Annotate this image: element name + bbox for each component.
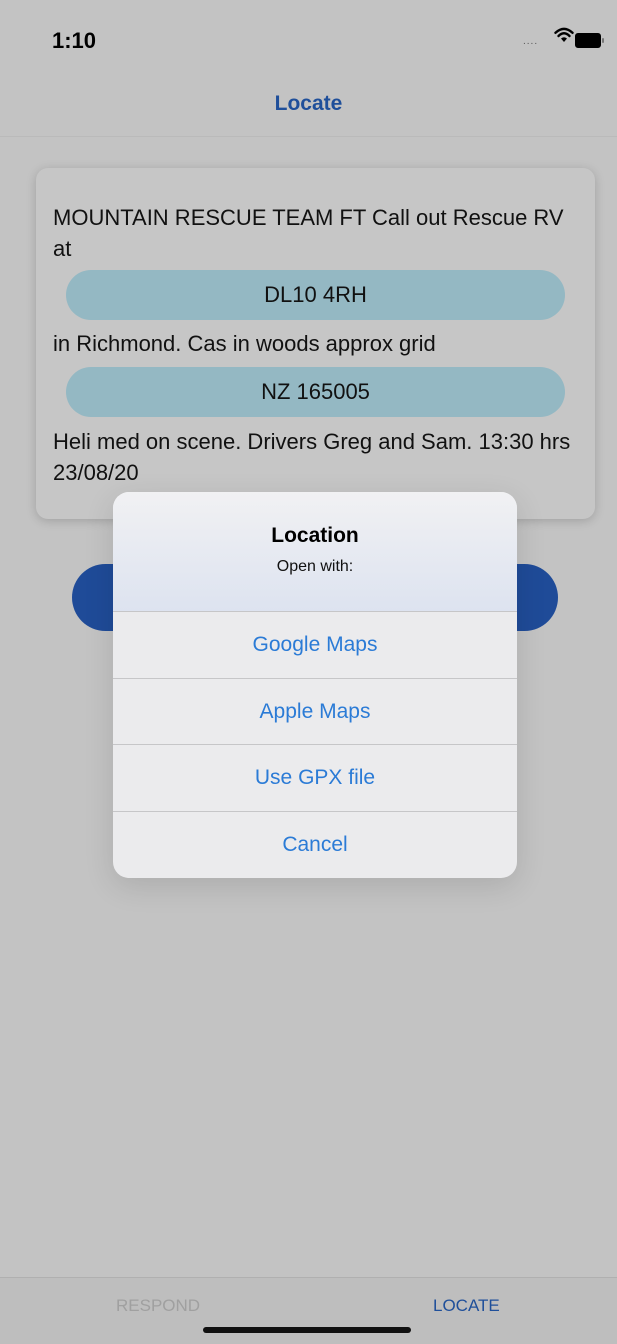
clock-time: 1:10 [52, 28, 97, 53]
alert-title: Location [271, 524, 359, 547]
grid-reference-pill[interactable]: NZ 165005 [66, 367, 565, 417]
home-indicator[interactable] [203, 1327, 411, 1333]
alert-message: Open with: [276, 558, 354, 575]
battery-icon [575, 33, 604, 48]
wifi-icon [554, 27, 574, 48]
apple-maps-button[interactable]: Apple Maps [113, 678, 517, 745]
signal-icon: .... [523, 36, 539, 47]
google-maps-button[interactable]: Google Maps [113, 611, 517, 678]
postcode-pill[interactable]: DL10 4RH [66, 270, 565, 320]
alert-header: Location Open with: [113, 492, 517, 611]
message-line: MOUNTAIN RESCUE TEAM FT Call out Rescue … [53, 205, 564, 261]
nav-divider [0, 136, 617, 137]
cancel-button[interactable]: Cancel [113, 811, 517, 878]
page-title: Locate [274, 92, 343, 115]
tab-respond[interactable]: RESPOND [116, 1296, 200, 1316]
message-card: MOUNTAIN RESCUE TEAM FT Call out Rescue … [36, 168, 595, 519]
tab-locate[interactable]: LOCATE [433, 1296, 500, 1316]
tab-bar: RESPOND LOCATE [0, 1277, 617, 1344]
message-line: in Richmond. Cas in woods approx grid [53, 331, 436, 356]
status-bar: 1:10 .... [0, 0, 617, 80]
location-alert-dialog: Location Open with: Google Maps Apple Ma… [113, 492, 517, 878]
message-line: Heli med on scene. Drivers Greg and Sam.… [53, 429, 571, 485]
use-gpx-file-button[interactable]: Use GPX file [113, 744, 517, 811]
